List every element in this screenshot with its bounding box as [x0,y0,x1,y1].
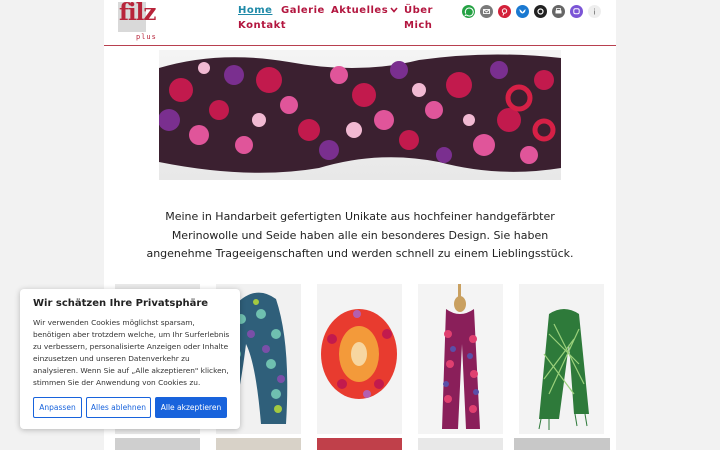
gallery-thumb-row2[interactable] [115,438,200,450]
whatsapp-icon[interactable] [462,5,475,18]
reject-all-button[interactable]: Alles ablehnen [86,397,151,418]
email-icon[interactable] [480,5,493,18]
site-header: filz plus Home Galerie Aktuelles Über Mi… [104,0,616,46]
mastodon-icon[interactable] [570,5,583,18]
site-logo[interactable]: filz plus [118,0,162,42]
pinterest-icon[interactable] [498,5,511,18]
accept-all-button[interactable]: Alle akzeptieren [155,397,227,418]
info-icon[interactable] [588,5,601,18]
logo-text: filz [119,0,156,26]
gallery-thumb[interactable] [317,284,402,434]
print-icon[interactable] [552,5,565,18]
intro-text: Meine in Handarbeit gefertigten Unikate … [146,210,574,260]
gallery-thumb-row2[interactable] [514,438,610,450]
threads-icon[interactable] [534,5,547,18]
gallery-thumb-row2[interactable] [317,438,402,450]
nav-aktuelles[interactable]: Aktuelles [331,3,398,19]
chevron-down-icon [390,4,398,19]
cookie-consent-banner: Wir schätzen Ihre Privatsphäre Wir verwe… [20,289,240,429]
customize-button[interactable]: Anpassen [33,397,82,418]
hero-image [159,50,561,180]
bluesky-icon[interactable] [516,5,529,18]
nav-kontakt[interactable]: Kontakt [238,18,286,33]
gallery-thumb-row2[interactable] [418,438,503,450]
gallery-thumb[interactable] [519,284,604,434]
nav-aktuelles-label: Aktuelles [331,5,389,16]
logo-subtext: plus [136,33,157,41]
cookie-title: Wir schätzen Ihre Privatsphäre [33,298,209,309]
gallery-thumb-row2[interactable] [216,438,301,450]
cookie-text: Wir verwenden Cookies möglichst sparsam,… [33,318,230,387]
gallery-thumb[interactable] [418,284,503,434]
nav-ueber-mich[interactable]: Über Mich [404,3,463,33]
nav-home[interactable]: Home [238,3,272,18]
nav-galerie[interactable]: Galerie [281,3,325,18]
